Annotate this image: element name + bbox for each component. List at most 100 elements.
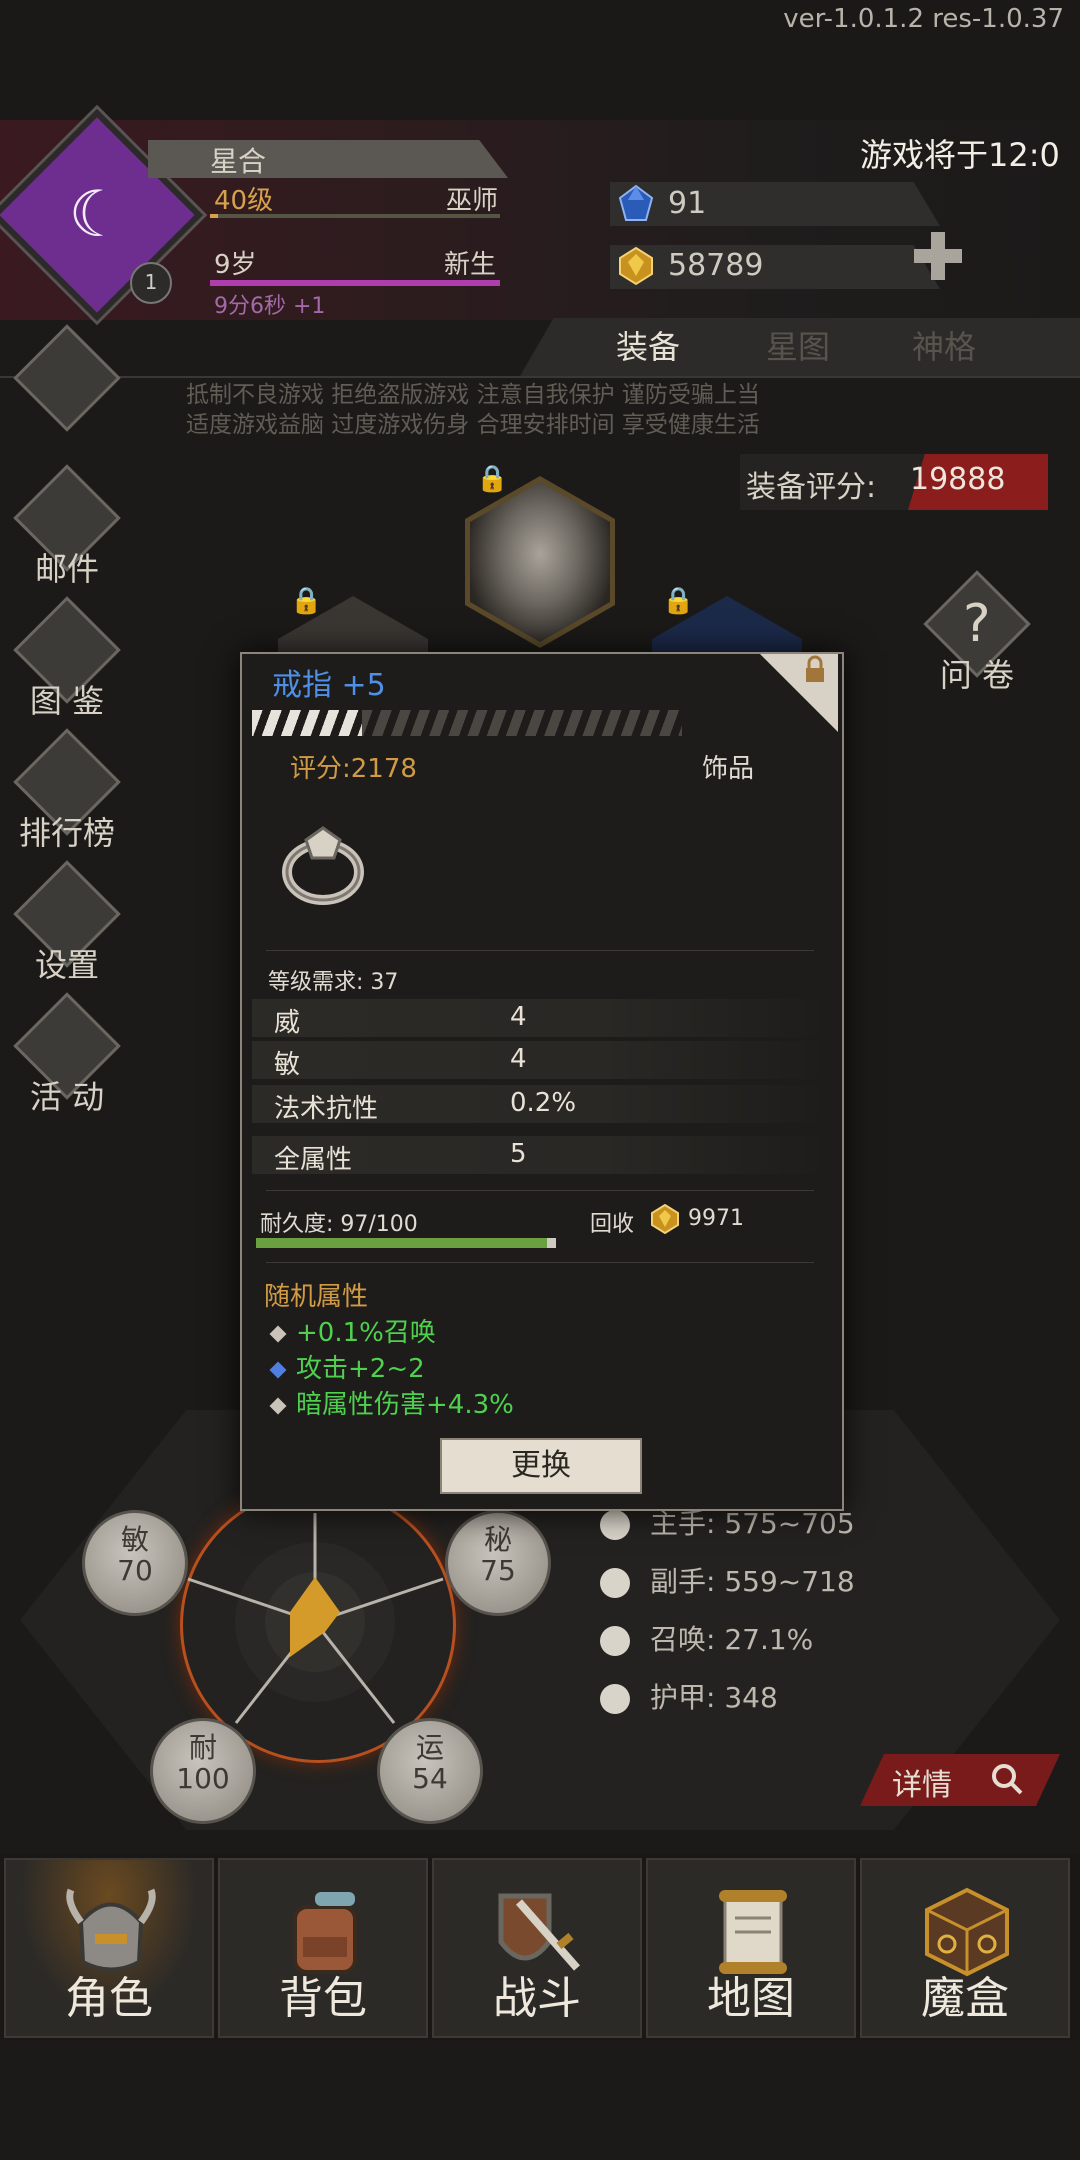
stat-value: 54 [412,1762,448,1795]
gold-crystal-icon [651,1204,679,1234]
diamond-bullet-icon [269,1397,287,1414]
side-item-leaderboard[interactable]: 排行榜 [12,724,122,854]
player-name: 星合 [210,145,267,178]
random-attribute-text: +0.1%召唤 [296,1318,436,1348]
side-item-label: 设置 [34,946,99,984]
nav-label: 地图 [707,1973,795,2024]
combat-off-hand: 副手: 559~718 [600,1560,855,1600]
ring-icon [282,826,364,905]
gem-resource-bar [610,182,940,226]
questionnaire-button[interactable]: ? 问 卷 [922,566,1032,696]
random-attribute-text: 攻击+2~2 [296,1354,425,1384]
summon-icon [600,1626,630,1656]
stat-name: 秘 [483,1523,512,1556]
blue-gem-icon [618,184,654,221]
side-item-label: 邮件 [34,550,99,588]
item-score: 评分:2178 [290,754,417,784]
nav-label: 背包 [279,1973,367,2024]
item-name: 戒指 +5 [272,668,386,703]
combat-summon: 召唤: 27.1% [600,1618,813,1658]
random-attribute: 攻击+2~2 [269,1348,425,1385]
dagger-icon [600,1568,630,1598]
side-menu-toggle[interactable] [12,320,122,432]
diamond-bullet-icon [269,1325,287,1342]
random-attribute: 暗属性伤害+4.3% [269,1384,514,1421]
stat-name: 耐 [188,1731,217,1764]
attribute-name: 全属性 [274,1145,353,1175]
enhance-progress-remaining [362,710,682,736]
stat-name: 敏 [120,1523,149,1556]
side-item-label: 活 动 [29,1078,105,1116]
nav-magic-box[interactable]: 魔盒 [860,1858,1070,2038]
attribute-name: 法术抗性 [274,1094,379,1124]
random-attribute: +0.1%召唤 [269,1312,436,1349]
player-age: 9岁 [214,250,257,280]
details-label: 详情 [892,1768,952,1803]
nav-label: 战斗 [493,1973,581,2024]
side-item-mail[interactable]: 邮件 [12,460,122,590]
tab-star-chart[interactable]: 星图 [766,322,830,368]
attribute-name: 威 [274,1008,301,1038]
age-progress-bar [210,280,500,286]
nav-label: 角色 [65,1973,153,2024]
side-item-settings[interactable]: 设置 [12,856,122,986]
tab-divinity[interactable]: 神格 [912,322,976,368]
player-level: 40级 [214,186,274,216]
attribute-value: 5 [510,1139,527,1169]
attribute-radar [187,1513,444,1724]
stat-value: 70 [117,1554,153,1587]
stat-agility: 敏 70 [82,1510,188,1616]
durability-label: 耐久度: 97/100 [260,1212,418,1237]
tab-equipment[interactable]: 装备 [616,322,680,368]
recycle-label: 回收 [590,1212,635,1237]
equip-score-label: 装备评分: [746,470,877,505]
search-icon [992,1764,1023,1795]
stat-name: 运 [415,1731,444,1764]
age-timer: 9分6秒 +1 [214,294,326,319]
attribute-value: 4 [510,1002,527,1032]
durability-fill [256,1238,547,1248]
combat-text: 召唤: 27.1% [650,1623,814,1656]
random-attribute-text: 暗属性伤害+4.3% [296,1390,514,1420]
change-equipment-button[interactable]: 更换 [440,1438,642,1494]
gold-crystal-icon [619,246,653,286]
rank-badge: 1 [130,262,172,304]
equip-score-value: 19888 [910,462,1006,497]
side-item-codex[interactable]: 图 鉴 [12,592,122,722]
gem-count: 91 [668,186,707,221]
gold-count: 58789 [668,248,764,283]
maintenance-notice: 游戏将于12:0 [860,136,1060,174]
warning-line-2: 适度游戏益脑 过度游戏伤身 合理安排时间 享受健康生活 [186,412,760,438]
attribute-row [252,1041,832,1079]
level-progress-track [210,214,500,218]
attribute-value: 4 [510,1044,527,1074]
combat-text: 主手: 575~705 [650,1507,855,1540]
nav-character[interactable]: 角色 [4,1858,214,2038]
nav-backpack[interactable]: 背包 [218,1858,428,2038]
diamond-bullet-icon [269,1361,287,1378]
attribute-row [252,999,832,1037]
attribute-name: 敏 [274,1050,301,1080]
combat-text: 护甲: 348 [650,1681,778,1714]
crescent-feather-icon: ☾ [68,178,126,252]
nav-map[interactable]: 地图 [646,1858,856,2038]
warning-line-1: 抵制不良游戏 拒绝盗版游戏 注意自我保护 谨防受骗上当 [186,382,760,408]
nav-battle[interactable]: 战斗 [432,1858,642,2038]
side-item-events[interactable]: 活 动 [12,988,122,1118]
version-label: ver-1.0.1.2 res-1.0.37 [783,4,1064,34]
stat-mystic: 秘 75 [445,1510,551,1616]
popup-corner-lock[interactable] [760,654,838,732]
details-button[interactable] [860,1754,1060,1806]
health-warning: 抵制不良游戏 拒绝盗版游戏 注意自我保护 谨防受骗上当 适度游戏益脑 过度游戏伤… [186,380,760,440]
item-type: 饰品 [702,754,755,784]
stat-endurance: 耐 100 [150,1718,256,1824]
armor-icon [600,1684,630,1714]
questionnaire-label: 问 卷 [939,656,1015,694]
name-plate [148,140,508,178]
level-requirement: 等级需求: 37 [268,970,399,995]
stat-value: 75 [480,1554,516,1587]
divider [266,1190,814,1191]
recycle-value: 9971 [688,1206,744,1231]
add-currency-button[interactable] [910,228,966,284]
stat-value: 100 [176,1762,230,1795]
